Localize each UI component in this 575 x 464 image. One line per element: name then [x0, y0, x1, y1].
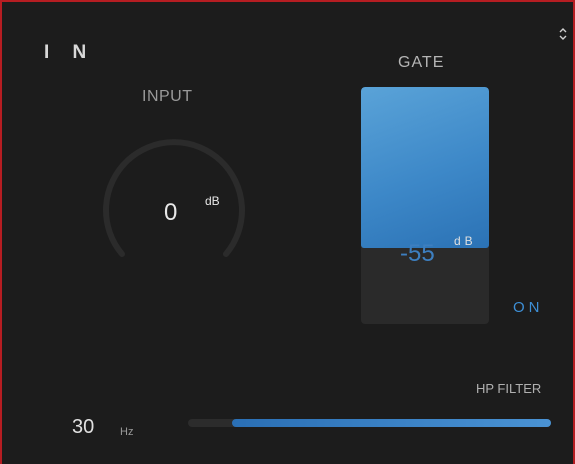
gate-threshold-fill: [361, 87, 489, 249]
input-label: INPUT: [142, 88, 193, 105]
expand-glyph: [559, 28, 567, 40]
gate-label: GATE: [398, 54, 445, 71]
input-gain-unit: dB: [205, 194, 220, 208]
hp-filter-fill: [231, 419, 551, 427]
hp-filter-unit: Hz: [120, 426, 134, 438]
gate-threshold-slider[interactable]: [361, 87, 489, 324]
input-gain-value: 0: [164, 199, 178, 226]
gate-threshold-unit: dB: [454, 234, 477, 248]
section-title: I N: [44, 42, 96, 63]
gate-threshold-value: -55: [400, 240, 435, 267]
hp-filter-value: 30: [72, 416, 95, 438]
chevron-up-down-icon[interactable]: [552, 26, 574, 48]
hp-filter-slider[interactable]: [188, 419, 551, 427]
input-panel: I N INPUT 0 dB GATE -55 dB ON HP FILTER …: [0, 0, 575, 464]
gate-on-toggle[interactable]: ON: [513, 299, 544, 316]
hp-filter-label: HP FILTER: [476, 381, 542, 396]
